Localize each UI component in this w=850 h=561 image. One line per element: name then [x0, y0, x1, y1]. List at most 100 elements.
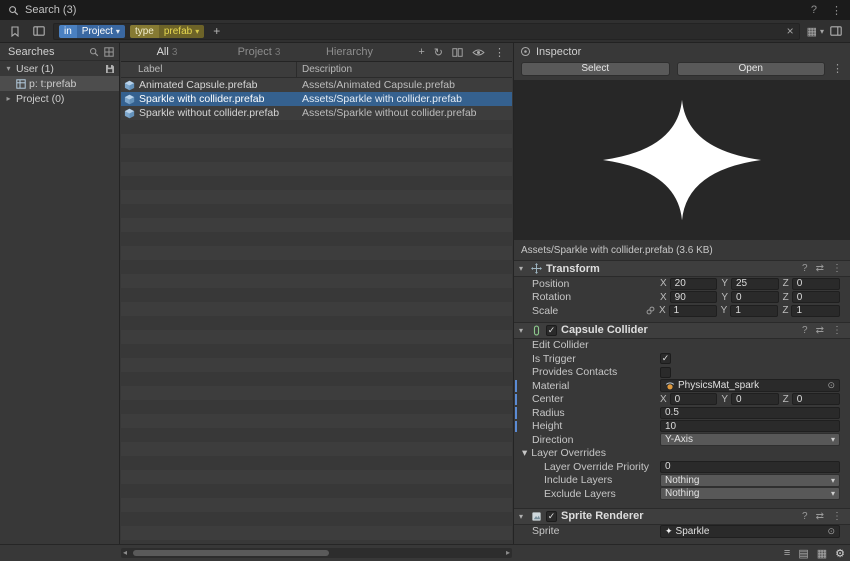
- clear-search-icon[interactable]: ×: [787, 24, 794, 38]
- height-field[interactable]: 10: [660, 420, 840, 432]
- caret-down-icon[interactable]: ▾: [519, 326, 527, 335]
- saved-searches-toggle-icon[interactable]: [5, 23, 25, 40]
- position-label[interactable]: Position: [532, 278, 660, 290]
- provides-contacts-checkbox[interactable]: [660, 367, 671, 378]
- chevron-down-icon[interactable]: ▾: [820, 27, 824, 36]
- center-y-field[interactable]: 0: [731, 393, 779, 405]
- radius-field[interactable]: 0.5: [660, 407, 840, 419]
- is-trigger-checkbox[interactable]: ✓: [660, 353, 671, 364]
- sidebar-group-user[interactable]: ▾ User (1): [0, 61, 119, 76]
- priority-field[interactable]: 0: [660, 461, 840, 473]
- tab-all[interactable]: All3: [121, 46, 213, 58]
- caret-down-icon[interactable]: ▾: [519, 264, 527, 273]
- help-icon[interactable]: ?: [802, 263, 808, 274]
- filter-chip-in[interactable]: in Project ▾: [59, 25, 125, 38]
- refresh-icon[interactable]: ↻: [434, 46, 443, 59]
- open-button[interactable]: Open: [677, 62, 826, 76]
- rotation-x-field[interactable]: 90: [670, 291, 718, 303]
- scrollbar-thumb[interactable]: [133, 550, 329, 556]
- caret-down-icon[interactable]: ▾: [4, 64, 13, 73]
- table-row[interactable]: Sparkle with collider.prefab Assets/Spar…: [121, 92, 512, 106]
- presets-icon[interactable]: ⇄: [816, 325, 824, 336]
- priority-label[interactable]: Layer Override Priority: [544, 461, 660, 473]
- direction-dropdown[interactable]: Y-Axis ▾: [660, 433, 840, 446]
- scale-y-field[interactable]: 1: [730, 305, 778, 317]
- height-label[interactable]: Height: [532, 420, 660, 432]
- inspector-menu-icon[interactable]: ⋮: [832, 62, 843, 75]
- position-x-field[interactable]: 20: [670, 278, 718, 290]
- position-y-field[interactable]: 25: [731, 278, 779, 290]
- help-icon[interactable]: ?: [811, 4, 817, 17]
- columns-icon[interactable]: [452, 48, 463, 57]
- caret-right-icon[interactable]: ▸: [4, 94, 13, 103]
- table-row[interactable]: Animated Capsule.prefab Assets/Animated …: [121, 78, 512, 92]
- window-menu-icon[interactable]: ⋮: [831, 4, 842, 17]
- chevron-down-icon[interactable]: ▾: [195, 25, 199, 38]
- select-button[interactable]: Select: [521, 62, 670, 76]
- sprite-label[interactable]: Sprite: [532, 525, 660, 537]
- sidebar-group-project[interactable]: ▸ Project (0): [0, 91, 119, 106]
- presets-icon[interactable]: ⇄: [816, 511, 824, 522]
- component-menu-icon[interactable]: ⋮: [832, 511, 842, 522]
- rotation-y-field[interactable]: 0: [731, 291, 779, 303]
- material-label[interactable]: Material: [532, 380, 660, 392]
- chevron-down-icon[interactable]: ▾: [116, 25, 120, 38]
- add-filter-icon[interactable]: +: [213, 24, 220, 38]
- material-object-field[interactable]: PhysicsMat_spark ⊙: [660, 379, 840, 392]
- component-enabled-checkbox[interactable]: ✓: [546, 511, 557, 522]
- list-view-icon[interactable]: ≡: [784, 547, 790, 559]
- direction-label[interactable]: Direction: [532, 434, 660, 446]
- help-icon[interactable]: ?: [802, 325, 808, 336]
- link-icon[interactable]: [646, 306, 655, 315]
- tab-hierarchy[interactable]: Hierarchy: [305, 46, 397, 58]
- caret-down-icon[interactable]: ▾: [519, 512, 527, 521]
- radius-label[interactable]: Radius: [532, 407, 660, 419]
- inspector-toggle-icon[interactable]: [830, 26, 842, 36]
- column-header-label[interactable]: Label: [121, 62, 297, 77]
- layer-overrides-foldout[interactable]: ▾ Layer Overrides: [514, 447, 850, 461]
- sprite-object-field[interactable]: ✦ Sparkle ⊙: [660, 525, 840, 538]
- is-trigger-label[interactable]: Is Trigger: [532, 353, 660, 365]
- save-icon[interactable]: [105, 64, 115, 74]
- exclude-layers-label[interactable]: Exclude Layers: [544, 488, 660, 500]
- grid-view-icon[interactable]: ▤: [798, 547, 808, 560]
- provides-contacts-label[interactable]: Provides Contacts: [532, 366, 660, 378]
- filter-in-value[interactable]: Project ▾: [77, 25, 125, 38]
- scroll-right-icon[interactable]: ▸: [506, 548, 510, 558]
- table-view-icon[interactable]: ▦: [817, 547, 827, 560]
- include-layers-label[interactable]: Include Layers: [544, 474, 660, 486]
- horizontal-scrollbar[interactable]: ◂ ▸: [121, 548, 512, 558]
- edit-collider-label[interactable]: Edit Collider: [532, 339, 660, 351]
- sprite-renderer-header[interactable]: ▾ ✓ Sprite Renderer ? ⇄ ⋮: [514, 508, 850, 525]
- grid-icon[interactable]: [104, 47, 114, 57]
- scale-x-field[interactable]: 1: [669, 305, 717, 317]
- rotation-label[interactable]: Rotation: [532, 291, 660, 303]
- center-z-field[interactable]: 0: [792, 393, 840, 405]
- capsule-collider-header[interactable]: ▾ ✓ Capsule Collider ? ⇄ ⋮: [514, 322, 850, 339]
- more-options-icon[interactable]: ⋮: [494, 46, 505, 59]
- object-picker-icon[interactable]: ⊙: [827, 380, 835, 391]
- filter-chip-type[interactable]: type prefab ▾: [130, 25, 204, 38]
- component-menu-icon[interactable]: ⋮: [832, 325, 842, 336]
- caret-down-icon[interactable]: ▾: [522, 447, 527, 459]
- filter-type-value[interactable]: prefab ▾: [159, 25, 204, 38]
- scroll-left-icon[interactable]: ◂: [123, 548, 127, 558]
- scale-z-field[interactable]: 1: [791, 305, 840, 317]
- component-enabled-checkbox[interactable]: ✓: [546, 325, 557, 336]
- search-filter-icon[interactable]: [89, 47, 99, 57]
- panel-toggle-icon[interactable]: [29, 23, 49, 40]
- rotation-z-field[interactable]: 0: [792, 291, 840, 303]
- filter-type-key[interactable]: type: [130, 25, 159, 38]
- search-input[interactable]: in Project ▾ type prefab ▾ + ×: [53, 23, 800, 40]
- transform-header[interactable]: ▾ Transform ? ⇄ ⋮: [514, 260, 850, 277]
- sidebar-item-query[interactable]: p: t:prefab: [0, 76, 119, 91]
- help-icon[interactable]: ?: [802, 511, 808, 522]
- include-layers-dropdown[interactable]: Nothing ▾: [660, 474, 840, 487]
- view-mode-icon[interactable]: ▦: [807, 25, 817, 38]
- object-picker-icon[interactable]: ⊙: [827, 526, 835, 537]
- column-header-description[interactable]: Description: [297, 64, 512, 75]
- exclude-layers-dropdown[interactable]: Nothing ▾: [660, 487, 840, 500]
- table-row[interactable]: Sparkle without collider.prefab Assets/S…: [121, 106, 512, 120]
- tab-project[interactable]: Project3: [213, 46, 305, 58]
- position-z-field[interactable]: 0: [792, 278, 840, 290]
